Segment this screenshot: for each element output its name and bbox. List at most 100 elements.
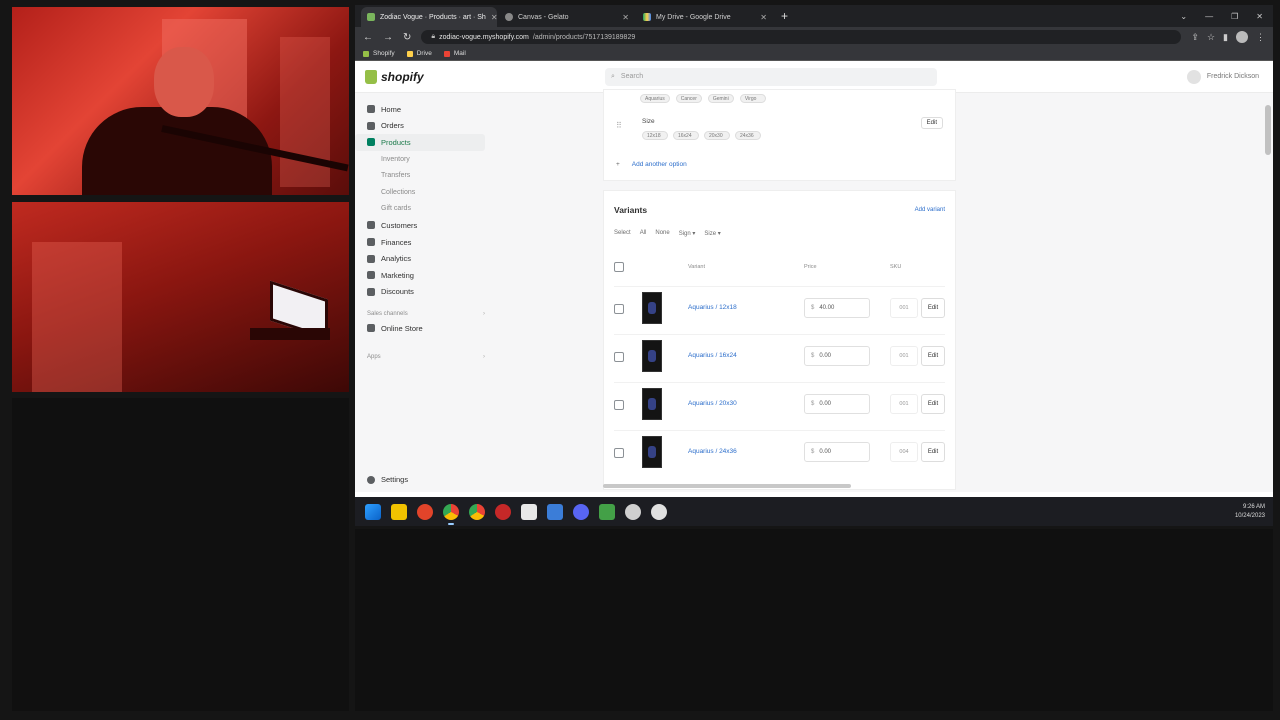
edit-variant-button[interactable]: Edit (921, 442, 945, 462)
laptop-base (250, 328, 330, 340)
filter-sign-dropdown[interactable]: Sign ▾ (679, 230, 696, 237)
chevron-right-icon[interactable]: › (483, 311, 485, 317)
app-icon[interactable] (651, 503, 667, 520)
search-icon: ⌕ (611, 72, 615, 80)
search-input[interactable]: ⌕ Search (605, 67, 937, 86)
variant-link[interactable]: Aquarius / 20x30 (688, 400, 737, 407)
sidebar-item-discounts[interactable]: Discounts (355, 284, 603, 301)
sku-input[interactable]: 001 (890, 394, 918, 414)
variant-thumbnail[interactable] (642, 340, 662, 372)
url-path: /admin/products/7517139189829 (532, 33, 636, 41)
user-menu[interactable]: Fredrick Dickson (1186, 69, 1273, 84)
variant-thumbnail[interactable] (642, 388, 662, 420)
sidebar-subitem-gift-cards[interactable]: Gift cards (355, 201, 603, 218)
row-checkbox[interactable] (614, 400, 624, 410)
edit-variant-button[interactable]: Edit (921, 394, 945, 414)
close-icon[interactable]: ✕ (491, 13, 497, 22)
discord-icon[interactable] (573, 503, 589, 520)
sidebar-item-finances[interactable]: Finances (355, 234, 603, 251)
shopify-logo[interactable]: shopify (355, 69, 605, 84)
taskbar: 9:26 AM 10/24/2023 (355, 497, 1273, 526)
checkmark-app-icon[interactable] (547, 503, 563, 520)
column-sku: SKU (890, 264, 902, 270)
sidebar-subitem-transfers[interactable]: Transfers (355, 167, 603, 184)
filter-all[interactable]: All (640, 230, 647, 237)
sku-input[interactable]: 001 (890, 298, 918, 318)
file-explorer-icon[interactable] (391, 503, 407, 520)
price-input[interactable]: $0.00 (804, 394, 870, 414)
minimize-icon[interactable]: — (1205, 12, 1213, 21)
close-window-icon[interactable]: ✕ (1256, 12, 1263, 21)
sidebar-item-settings[interactable]: Settings (355, 471, 408, 488)
filter-size-dropdown[interactable]: Size ▾ (704, 230, 720, 237)
forward-arrow-icon[interactable]: → (383, 32, 393, 43)
tab-canvas-gelato[interactable]: Canvas - Gelato ✕ (499, 7, 635, 27)
add-option-link[interactable]: + Add another option (616, 161, 687, 168)
obs-icon[interactable] (495, 503, 511, 520)
sidebar-item-online-store[interactable]: Online Store (355, 320, 603, 337)
url-field[interactable]: 🔒︎ zodiac-vogue.myshopify.com/admin/prod… (421, 30, 1182, 44)
chevron-right-icon[interactable]: › (483, 354, 485, 360)
tab-google-drive[interactable]: My Drive - Google Drive ✕ (637, 7, 773, 27)
close-icon[interactable]: ✕ (760, 13, 767, 22)
close-icon[interactable]: ✕ (622, 13, 629, 22)
sku-input[interactable]: 004 (890, 442, 918, 462)
star-icon[interactable]: ☆ (1207, 32, 1215, 43)
price-input[interactable]: $40.00 (804, 298, 870, 318)
menu-dots-icon[interactable]: ⋮ (1256, 32, 1265, 43)
apps-heading: Apps › (355, 337, 603, 363)
sidebar-subitem-inventory[interactable]: Inventory (355, 151, 603, 168)
variants-title: Variants (614, 205, 648, 215)
share-icon[interactable]: ⇪ (1191, 32, 1199, 43)
select-all-checkbox[interactable] (614, 262, 624, 272)
row-checkbox[interactable] (614, 304, 624, 314)
drag-handle-icon[interactable]: ⠿ (616, 121, 622, 130)
row-checkbox[interactable] (614, 352, 624, 362)
row-checkbox[interactable] (614, 448, 624, 458)
app-icon[interactable] (599, 503, 615, 520)
windows-start-icon[interactable] (365, 503, 381, 520)
app-icon[interactable] (417, 503, 433, 520)
vertical-scrollbar[interactable] (1265, 105, 1271, 155)
bookmark-shopify[interactable]: Shopify (363, 50, 395, 57)
chrome-icon[interactable] (469, 503, 485, 520)
variant-link[interactable]: Aquarius / 16x24 (688, 352, 737, 359)
profile-avatar[interactable] (1236, 31, 1248, 43)
reload-icon[interactable]: ↻ (403, 32, 411, 43)
price-input[interactable]: $0.00 (804, 442, 870, 462)
variant-link[interactable]: Aquarius / 12x18 (688, 304, 737, 311)
sku-input[interactable]: 001 (890, 346, 918, 366)
sidebar-subitem-collections[interactable]: Collections (355, 184, 603, 201)
edit-variant-button[interactable]: Edit (921, 298, 945, 318)
variant-link[interactable]: Aquarius / 24x36 (688, 448, 737, 455)
edit-option-button[interactable]: Edit (920, 117, 943, 129)
sidebar-item-label: Home (381, 104, 402, 114)
variant-thumbnail[interactable] (642, 436, 662, 468)
sidebar-item-analytics[interactable]: Analytics (355, 250, 603, 267)
bookmarks-bar: Shopify Drive Mail (355, 47, 1273, 61)
sidebar-item-orders[interactable]: Orders (355, 118, 603, 135)
price-input[interactable]: $0.00 (804, 346, 870, 366)
edit-variant-button[interactable]: Edit (921, 346, 945, 366)
chevron-down-icon[interactable]: ⌄ (1180, 12, 1187, 21)
add-variant-link[interactable]: Add variant (915, 207, 945, 213)
sidebar-item-products[interactable]: Products (355, 134, 485, 151)
filter-none[interactable]: None (655, 230, 669, 237)
new-tab-button[interactable]: + (775, 9, 794, 27)
chrome-icon[interactable] (443, 503, 459, 525)
sidebar-item-customers[interactable]: Customers (355, 217, 603, 234)
bookmark-mail[interactable]: Mail (443, 50, 466, 57)
system-clock[interactable]: 9:26 AM 10/24/2023 (1235, 503, 1273, 521)
sidepanel-icon[interactable]: ▮ (1223, 32, 1228, 43)
back-arrow-icon[interactable]: ← (363, 32, 373, 43)
sidebar-item-marketing[interactable]: Marketing (355, 267, 603, 284)
app-icon[interactable] (625, 503, 641, 520)
tab-shopify-products[interactable]: Zodiac Vogue · Products · art · Sh ✕ (361, 7, 497, 27)
bookmark-drive[interactable]: Drive (406, 50, 432, 57)
variant-thumbnail[interactable] (642, 292, 662, 324)
price-value: 0.00 (819, 353, 832, 359)
horizontal-scrollbar[interactable] (603, 484, 851, 488)
sidebar-item-home[interactable]: Home (355, 101, 603, 118)
maximize-icon[interactable]: ❐ (1231, 12, 1238, 21)
document-icon[interactable] (521, 503, 537, 520)
